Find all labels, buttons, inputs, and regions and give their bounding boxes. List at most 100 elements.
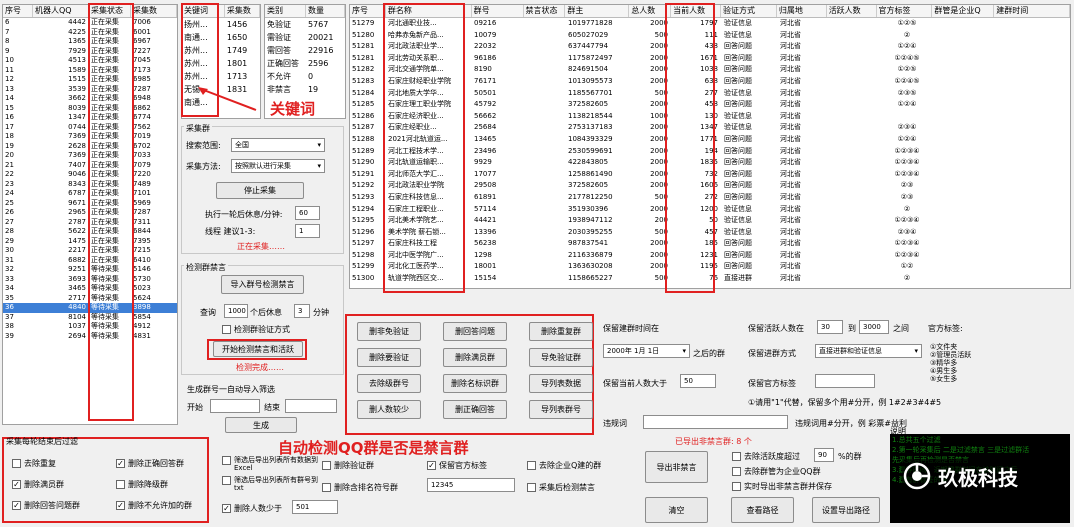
table-cell: 20021 <box>307 33 334 42</box>
table-cell: 23496 <box>474 146 497 155</box>
table-cell: 7562 <box>133 122 151 131</box>
count-input[interactable]: 50 <box>680 374 716 388</box>
grid-button[interactable]: 删除要验证 <box>357 348 421 367</box>
method-select[interactable]: 按照默认进行采集 <box>231 159 325 173</box>
gen-start-input[interactable] <box>210 399 260 413</box>
table-cell: 2753137183 <box>568 123 613 132</box>
table-cell: 2628 <box>68 141 86 150</box>
gen-end-input[interactable] <box>285 399 337 413</box>
table-cell: 51282 <box>352 65 375 74</box>
grid-button[interactable]: 导免验证群 <box>529 348 593 367</box>
table-cell: 10079 <box>474 30 497 39</box>
method-label: 采集方法: <box>186 162 221 171</box>
table-cell: 4513 <box>68 56 86 64</box>
table-cell <box>524 146 566 158</box>
stop-collect-button[interactable]: 停止采集 <box>216 182 304 199</box>
view-path-button[interactable]: 查看路径 <box>731 497 794 523</box>
grid-button[interactable]: 删正确回答 <box>443 400 507 419</box>
thread-input[interactable]: 1 <box>295 224 320 238</box>
round-filter-checkbox[interactable]: 删除降级群 <box>116 479 168 490</box>
clear-button[interactable]: 清空 <box>645 497 708 523</box>
remove-small-input[interactable]: 501 <box>292 500 338 514</box>
rest-input[interactable]: 60 <box>295 206 320 220</box>
table-cell: 21 <box>5 160 14 169</box>
table-cell: 7287 <box>133 208 151 216</box>
official-tag-input[interactable] <box>815 374 875 388</box>
round-filter-checkbox[interactable]: ✓ 删除正确回答群 <box>116 458 184 469</box>
grid-button[interactable]: 导列表数据 <box>529 374 593 393</box>
export-excel-checkbox[interactable]: 筛选后导出列表所有数据到Excel <box>222 456 320 472</box>
table-cell <box>934 273 996 285</box>
realtime-export-checkbox[interactable]: 实时导出非禁言群并保存 <box>732 481 832 492</box>
export-txt-checkbox[interactable]: 筛选后导出列表所有群号到txt <box>222 476 320 492</box>
import-detect-button[interactable]: 导入群号检测禁言 <box>221 275 304 294</box>
round-filter-checkbox[interactable]: ✓ 删除满员群 <box>12 479 64 490</box>
table-cell: 需回答 <box>267 46 291 55</box>
table-cell: 河北省 <box>780 30 801 39</box>
table-cell: 1475 <box>68 236 86 245</box>
round-filter-checkbox[interactable]: ✓ 删除回答问题群 <box>12 500 80 511</box>
table-cell: 8343 <box>68 179 86 188</box>
active-min-input[interactable]: 30 <box>817 320 843 334</box>
table-cell: 51281 <box>352 53 375 62</box>
table-cell <box>524 64 566 76</box>
active-over-input[interactable]: 90 <box>814 448 834 462</box>
table-cell <box>828 64 878 76</box>
grid-button[interactable]: 删人数较少 <box>357 400 421 419</box>
round-filter-checkbox[interactable]: ✓ 删除不允许加的群 <box>116 500 192 511</box>
remove-verify-checkbox[interactable]: 删除验证群 <box>322 460 374 471</box>
grid-button[interactable]: 删除名标识群 <box>443 374 507 393</box>
admin-corp-checkbox[interactable]: 去除群管为企业QQ群 <box>732 466 821 477</box>
build-date-picker[interactable]: 2000年 1月 1日 <box>603 344 690 358</box>
round-filter-title: 采集每轮结束后过滤 <box>6 437 78 446</box>
table-cell: 1037 <box>68 322 86 330</box>
set-path-button[interactable]: 设置导出路径 <box>812 497 880 523</box>
checkbox-label: 删除回答问题群 <box>24 501 80 510</box>
table-cell <box>828 273 878 285</box>
join-method-label: 保留进群方式 <box>748 349 796 358</box>
table-cell <box>934 250 996 262</box>
table-cell <box>828 215 878 227</box>
grid-button[interactable]: 导列表群号 <box>529 400 593 419</box>
checkbox-box: ✓ <box>12 480 21 489</box>
verify-checkbox[interactable]: 检测群验证方式 <box>222 324 290 335</box>
generate-button[interactable]: 生成 <box>225 417 297 433</box>
col-header: 验证方式 <box>721 5 777 17</box>
query-input[interactable]: 1000 <box>224 304 248 318</box>
col-header: 建群时间 <box>994 5 1070 17</box>
detect-after-checkbox[interactable]: 采集后检测禁言 <box>527 482 595 493</box>
keep-tag-checkbox[interactable]: ✓ 保留官方标签 <box>427 460 487 471</box>
table-cell: 3693 <box>68 274 86 283</box>
table-cell: 7 <box>5 27 10 36</box>
table-cell: 22032 <box>474 42 497 51</box>
grid-button[interactable]: 删非免验证 <box>357 322 421 341</box>
banned-word-input[interactable] <box>643 415 788 429</box>
current-count-highlight <box>665 3 715 293</box>
table-cell: 河北省 <box>780 239 801 248</box>
export-button[interactable]: 导出非禁言 <box>645 451 708 483</box>
remove-corp-checkbox[interactable]: 去除企业Q建的群 <box>527 460 601 471</box>
keep-tag-input[interactable]: 12345 <box>427 478 515 492</box>
active-over-checkbox[interactable]: 去除活跃度超过 <box>732 451 800 462</box>
active-max-input[interactable]: 3000 <box>859 320 889 334</box>
table-cell: 3662 <box>68 94 86 102</box>
table-cell: 6001 <box>133 27 151 36</box>
remove-rank-checkbox[interactable]: 删除含排名符号群 <box>322 482 398 493</box>
round-filter-checkbox[interactable]: 去除重复 <box>12 458 56 469</box>
table-cell: 29 <box>5 236 14 245</box>
table-cell: 回答问题 <box>724 146 752 155</box>
join-method-select[interactable]: 直接进群和验证信息 <box>815 344 922 358</box>
grid-button[interactable]: 删除重复群 <box>529 322 593 341</box>
table-cell: 回答问题 <box>724 65 752 74</box>
range-select[interactable]: 全国 <box>231 138 325 152</box>
table-cell: 56662 <box>474 111 497 120</box>
grid-button[interactable]: 删回答问题 <box>443 322 507 341</box>
table-cell: 2177812250 <box>568 192 613 201</box>
rest-minutes-input[interactable]: 3 <box>294 304 310 318</box>
grid-button[interactable]: 去除级群号 <box>357 374 421 393</box>
table-cell: 7369 <box>68 151 86 159</box>
table-cell: 18001 <box>474 262 497 271</box>
remove-small-checkbox[interactable]: ✓ 删除人数少于 <box>222 503 282 514</box>
table-cell: 5622 <box>68 227 86 235</box>
grid-button[interactable]: 删除满员群 <box>443 348 507 367</box>
